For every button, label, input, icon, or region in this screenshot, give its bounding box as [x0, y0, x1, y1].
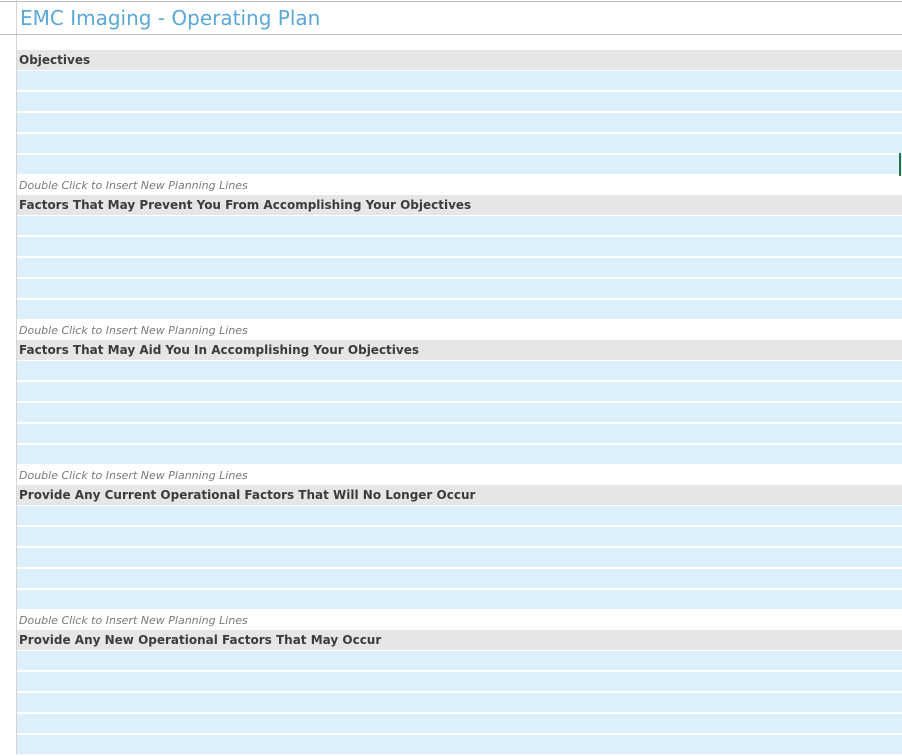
title-divider — [0, 34, 902, 35]
planning-line-input[interactable] — [17, 735, 902, 754]
plan-section: Objectives Double Click to Insert New Pla… — [17, 50, 902, 195]
section-header: Provide Any New Operational Factors That… — [17, 630, 902, 650]
planning-line-input[interactable] — [17, 672, 902, 691]
planning-lines — [17, 71, 902, 174]
planning-line-input[interactable] — [17, 382, 902, 401]
planning-line-input[interactable] — [17, 569, 902, 588]
planning-lines — [17, 361, 902, 464]
planning-line-input[interactable] — [17, 714, 902, 733]
plan-section: Factors That May Aid You In Accomplishin… — [17, 340, 902, 485]
planning-line-input[interactable] — [17, 134, 902, 153]
top-border — [0, 1, 902, 2]
planning-line-input[interactable] — [17, 506, 902, 525]
planning-line-input[interactable] — [17, 155, 902, 174]
planning-line-input[interactable] — [17, 71, 902, 90]
planning-line-input[interactable] — [17, 113, 902, 132]
page-title: EMC Imaging - Operating Plan — [20, 6, 321, 30]
planning-line-input[interactable] — [17, 361, 902, 380]
plan-section: Factors That May Prevent You From Accomp… — [17, 195, 902, 340]
planning-line-input[interactable] — [17, 590, 902, 609]
planning-line-input[interactable] — [17, 237, 902, 256]
plan-section: Provide Any Current Operational Factors … — [17, 485, 902, 630]
planning-line-input[interactable] — [17, 548, 902, 567]
planning-lines — [17, 506, 902, 609]
planning-lines — [17, 651, 902, 754]
planning-line-input[interactable] — [17, 651, 902, 670]
planning-line-input[interactable] — [17, 92, 902, 111]
planning-line-input[interactable] — [17, 445, 902, 464]
insert-lines-hint[interactable]: Double Click to Insert New Planning Line… — [17, 321, 902, 340]
planning-line-input[interactable] — [17, 403, 902, 422]
planning-lines — [17, 216, 902, 319]
insert-lines-hint[interactable]: Double Click to Insert New Planning Line… — [17, 466, 902, 485]
insert-lines-hint[interactable]: Double Click to Insert New Planning Line… — [17, 611, 902, 630]
section-header: Provide Any Current Operational Factors … — [17, 485, 902, 505]
planning-line-input[interactable] — [17, 279, 902, 298]
cell-cursor — [899, 153, 901, 176]
plan-section: Provide Any New Operational Factors That… — [17, 630, 902, 754]
section-header: Objectives — [17, 50, 902, 70]
spreadsheet-sheet: EMC Imaging - Operating Plan Objectives D… — [0, 0, 902, 755]
planning-line-input[interactable] — [17, 693, 902, 712]
planning-line-input[interactable] — [17, 527, 902, 546]
insert-lines-hint[interactable]: Double Click to Insert New Planning Line… — [17, 176, 902, 195]
planning-line-input[interactable] — [17, 300, 902, 319]
planning-line-input[interactable] — [17, 216, 902, 235]
planning-line-input[interactable] — [17, 258, 902, 277]
section-header: Factors That May Prevent You From Accomp… — [17, 195, 902, 215]
planning-line-input[interactable] — [17, 424, 902, 443]
section-header: Factors That May Aid You In Accomplishin… — [17, 340, 902, 360]
plan-sections: Objectives Double Click to Insert New Pla… — [17, 50, 902, 756]
